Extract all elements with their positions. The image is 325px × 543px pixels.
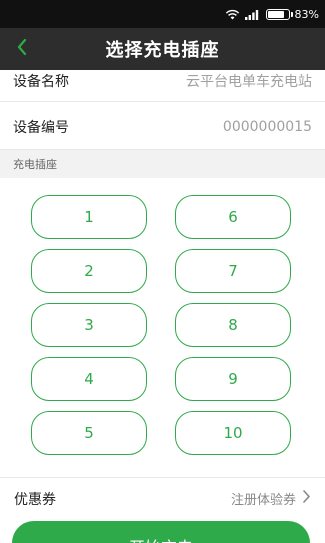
start-charging-button[interactable]: 开始充电 bbox=[12, 521, 310, 543]
socket-button-2[interactable]: 2 bbox=[31, 249, 147, 293]
socket-button-1[interactable]: 1 bbox=[31, 195, 147, 239]
socket-grid: 1 6 2 7 3 8 4 9 5 10 bbox=[0, 178, 325, 474]
device-name-value: 云平台电单车充电站 bbox=[186, 73, 312, 90]
wifi-icon bbox=[225, 9, 240, 20]
back-button-overlay[interactable] bbox=[6, 28, 38, 70]
chevron-left-icon bbox=[16, 38, 28, 60]
status-bar: 83% bbox=[0, 0, 325, 28]
socket-button-10[interactable]: 10 bbox=[175, 411, 291, 455]
socket-button-8[interactable]: 8 bbox=[175, 303, 291, 347]
socket-button-6[interactable]: 6 bbox=[175, 195, 291, 239]
socket-button-9[interactable]: 9 bbox=[175, 357, 291, 401]
page-title-overlay: 选择充电插座 bbox=[105, 40, 220, 61]
battery-icon bbox=[265, 8, 293, 20]
battery-percent: 83% bbox=[294, 7, 319, 21]
socket-button-5[interactable]: 5 bbox=[31, 411, 147, 455]
title-bar-overlay: 选择充电插座 bbox=[0, 28, 325, 70]
signal-icon bbox=[244, 9, 261, 20]
coupon-selector[interactable]: 注册体验券 bbox=[231, 489, 311, 508]
chevron-right-icon bbox=[302, 489, 311, 508]
device-id-value: 0000000015 bbox=[222, 118, 312, 135]
coupon-label: 优惠券 bbox=[14, 491, 56, 508]
device-id-label: 设备编号 bbox=[13, 119, 69, 136]
device-name-label: 设备名称 bbox=[13, 73, 69, 90]
socket-button-3[interactable]: 3 bbox=[31, 303, 147, 347]
socket-button-4[interactable]: 4 bbox=[31, 357, 147, 401]
coupon-value: 注册体验券 bbox=[230, 493, 296, 508]
device-id-row: 设备编号 0000000015 bbox=[0, 104, 325, 150]
socket-button-7[interactable]: 7 bbox=[175, 249, 291, 293]
coupon-row[interactable]: 优惠券 注册体验券 bbox=[0, 477, 325, 519]
socket-section-header: 充电插座 bbox=[0, 150, 325, 178]
